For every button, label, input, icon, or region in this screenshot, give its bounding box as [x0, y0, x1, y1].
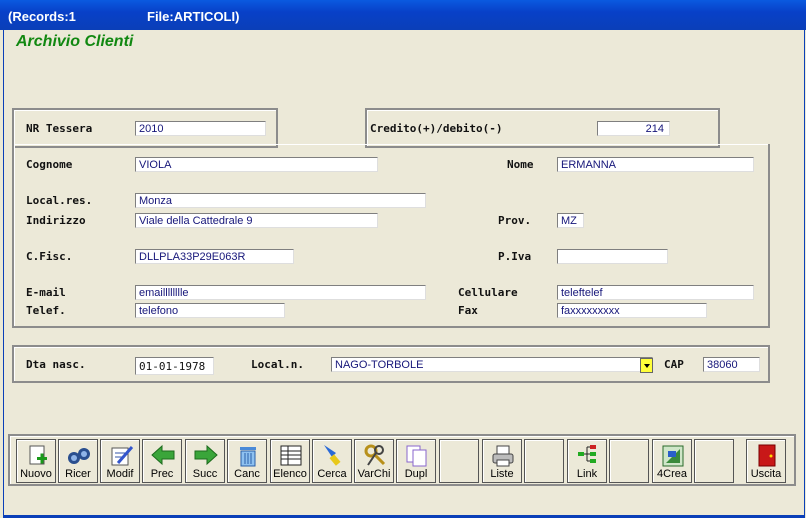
- uscita-button[interactable]: Uscita: [746, 439, 786, 483]
- records-count: (Records:1: [8, 9, 76, 24]
- credito-field[interactable]: 214: [597, 121, 670, 136]
- localn-dropdown-button[interactable]: [640, 358, 653, 373]
- tessera-label: NR Tessera: [26, 122, 93, 135]
- telef-field[interactable]: telefono: [135, 303, 285, 318]
- dtanasc-field[interactable]: 01-01-1978: [135, 357, 214, 375]
- empty-button-2[interactable]: [524, 439, 564, 483]
- localres-field[interactable]: Monza: [135, 193, 426, 208]
- empty-button-1[interactable]: [439, 439, 479, 483]
- localn-label: Local.n.: [251, 358, 304, 371]
- page-title: Archivio Clienti: [16, 33, 134, 50]
- tessera-field[interactable]: 2010: [135, 121, 266, 136]
- binoculars-icon: [68, 448, 90, 464]
- crea-button[interactable]: 4Crea: [652, 439, 692, 483]
- indirizzo-label: Indirizzo: [26, 214, 86, 227]
- file-name: File:ARTICOLI): [147, 9, 240, 24]
- varchi-label: VarChi: [357, 468, 391, 480]
- crea-label: 4Crea: [657, 468, 687, 480]
- email-label: E-mail: [26, 286, 66, 299]
- cognome-label: Cognome: [26, 158, 73, 171]
- link-label: Link: [576, 468, 598, 480]
- localn-select[interactable]: NAGO-TORBOLE: [331, 357, 653, 372]
- empty-button-4[interactable]: [694, 439, 734, 483]
- cerca-button[interactable]: Cerca: [312, 439, 352, 483]
- nome-label: Nome: [507, 158, 534, 171]
- succ-button[interactable]: Succ: [185, 439, 225, 483]
- canc-button[interactable]: Canc: [227, 439, 267, 483]
- liste-button[interactable]: Liste: [482, 439, 522, 483]
- arrow-left-icon: [151, 444, 175, 466]
- cellulare-label: Cellulare: [458, 286, 518, 299]
- modif-label: Modif: [106, 468, 134, 480]
- edit-document-icon: [111, 446, 134, 466]
- uscita-label: Uscita: [750, 468, 782, 480]
- nuovo-button[interactable]: Nuovo: [16, 439, 56, 483]
- varchi-button[interactable]: VarChi: [354, 439, 394, 483]
- prec-label: Prec: [150, 468, 174, 480]
- flashlight-icon: [324, 445, 341, 466]
- nome-field[interactable]: ERMANNA: [557, 157, 754, 172]
- table-list-icon: [280, 445, 302, 466]
- prov-field[interactable]: MZ: [557, 213, 584, 228]
- cap-label: CAP: [664, 358, 684, 371]
- cap-field[interactable]: 38060: [703, 357, 760, 372]
- cfisc-label: C.Fisc.: [26, 250, 73, 263]
- toolbar: Nuovo Ricer Modif Prec Succ Canc Elenco …: [8, 434, 796, 486]
- fax-label: Fax: [458, 304, 478, 317]
- indirizzo-field[interactable]: Viale della Cattedrale 9: [135, 213, 378, 228]
- succ-label: Succ: [192, 468, 218, 480]
- dtanasc-label: Dta nasc.: [26, 358, 86, 371]
- new-document-icon: [29, 445, 47, 465]
- piva-field[interactable]: [557, 249, 668, 264]
- ricer-label: Ricer: [65, 468, 91, 480]
- liste-label: Liste: [490, 468, 514, 480]
- canc-label: Canc: [234, 468, 260, 480]
- fax-field[interactable]: faxxxxxxxxx: [557, 303, 707, 318]
- elenco-button[interactable]: Elenco: [270, 439, 310, 483]
- duplicate-icon: [406, 445, 427, 467]
- cerca-label: Cerca: [317, 468, 347, 480]
- email-field[interactable]: emailllllllle: [135, 285, 426, 300]
- localres-label: Local.res.: [26, 194, 93, 207]
- dupl-button[interactable]: Dupl: [396, 439, 436, 483]
- arrow-right-icon: [194, 444, 218, 466]
- trash-icon: [240, 447, 256, 467]
- cognome-field[interactable]: VIOLA: [135, 157, 378, 172]
- design-tool-icon: [662, 445, 684, 467]
- link-button[interactable]: Link: [567, 439, 607, 483]
- prov-label: Prov.: [498, 214, 532, 227]
- ricer-button[interactable]: Ricer: [58, 439, 98, 483]
- prec-button[interactable]: Prec: [142, 439, 182, 483]
- title-bar: (Records:1 File:ARTICOLI): [0, 0, 806, 30]
- cellulare-field[interactable]: teleftelef: [557, 285, 754, 300]
- elenco-label: Elenco: [273, 468, 307, 480]
- piva-label: P.Iva: [498, 250, 532, 263]
- telef-label: Telef.: [26, 304, 66, 317]
- cfisc-field[interactable]: DLLPLA33P29E063R: [135, 249, 294, 264]
- empty-button-3[interactable]: [609, 439, 649, 483]
- dupl-label: Dupl: [404, 468, 428, 480]
- credito-label: Credito(+)/debito(-): [370, 122, 503, 135]
- exit-door-icon: [758, 444, 776, 467]
- network-tree-icon: [578, 445, 596, 463]
- keys-icon: [364, 444, 386, 466]
- nuovo-label: Nuovo: [20, 468, 52, 480]
- printer-icon: [492, 445, 514, 467]
- modif-button[interactable]: Modif: [100, 439, 140, 483]
